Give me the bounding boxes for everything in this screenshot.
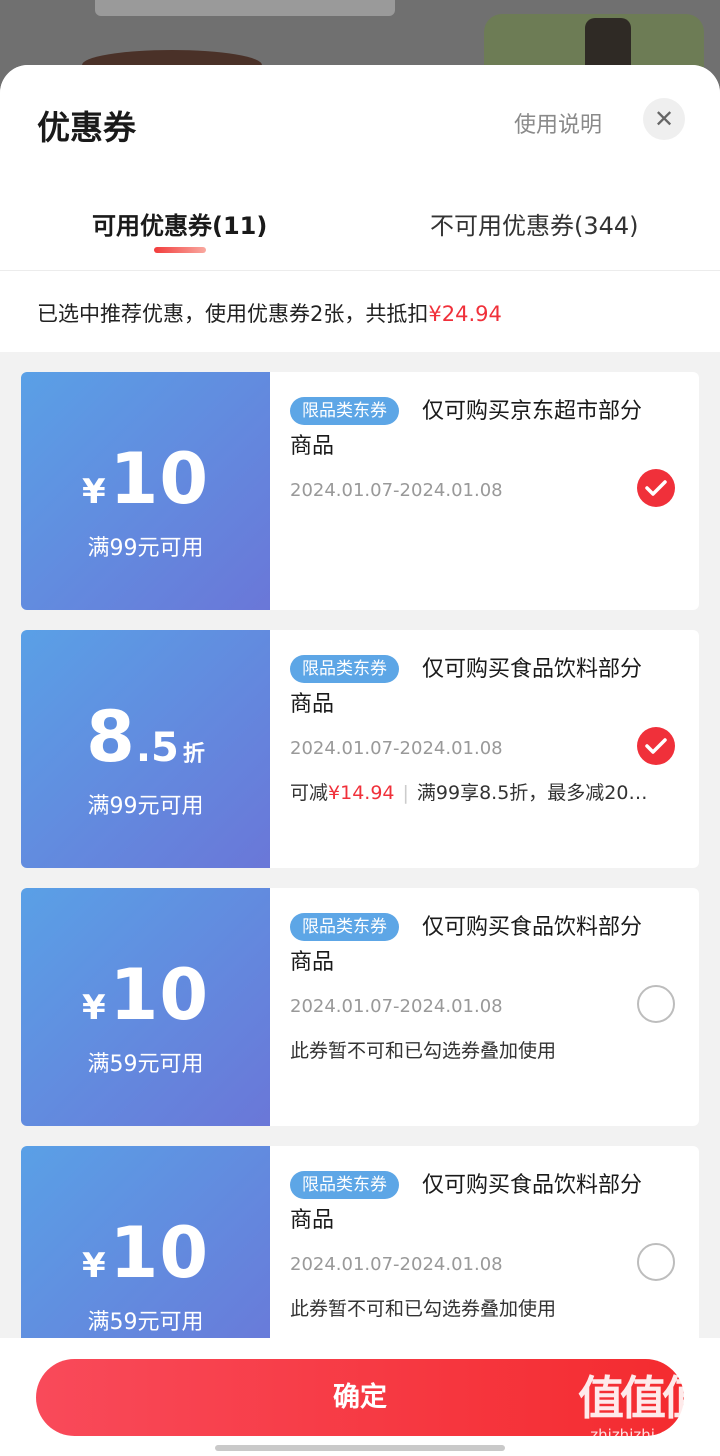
coupon-checkbox[interactable] bbox=[637, 469, 675, 507]
coupon-details: 仅可购买食品饮料部分商品 限品类东券 2024.01.07-2024.01.08… bbox=[270, 888, 699, 1126]
coupon-note: 此券暂不可和已勾选券叠加使用 bbox=[290, 1298, 557, 1320]
coupon-checkbox[interactable] bbox=[637, 727, 675, 765]
coupon-amount: 10 bbox=[109, 438, 210, 520]
coupon-amount: 10 bbox=[109, 1212, 210, 1294]
coupon-validity: 2024.01.07-2024.01.08 bbox=[290, 480, 503, 501]
check-icon bbox=[645, 480, 667, 496]
coupon-validity: 2024.01.07-2024.01.08 bbox=[290, 738, 503, 759]
close-icon: ✕ bbox=[653, 105, 675, 133]
coupon-condition: 满99元可用 bbox=[87, 794, 204, 819]
coupon-value-panel: ¥10 满59元可用 bbox=[21, 888, 270, 1126]
coupon-note: 可减¥14.94 | 满99享8.5折，最多减20… bbox=[290, 778, 662, 805]
coupon-condition: 满99元可用 bbox=[87, 536, 204, 561]
coupon-value: ¥10 bbox=[21, 1212, 270, 1294]
coupon-card[interactable]: ¥10 满59元可用 仅可购买食品饮料部分商品 限品类东券 2024.01.07… bbox=[21, 888, 699, 1126]
coupon-validity: 2024.01.07-2024.01.08 bbox=[290, 996, 503, 1017]
currency-symbol: ¥ bbox=[81, 988, 106, 1028]
note-amount: ¥14.94 bbox=[328, 782, 395, 804]
watermark-logo: 值值值 bbox=[578, 1371, 708, 1425]
sheet-title: 优惠券 bbox=[37, 108, 136, 147]
radio-empty-icon[interactable] bbox=[637, 985, 675, 1023]
coupon-value: ¥10 bbox=[21, 954, 270, 1036]
coupon-card[interactable]: ¥10 满99元可用 仅可购买京东超市部分商品 限品类东券 2024.01.07… bbox=[21, 372, 699, 610]
active-tab-indicator bbox=[154, 247, 206, 253]
coupon-tag: 限品类东券 bbox=[290, 397, 399, 425]
close-button[interactable]: ✕ bbox=[643, 98, 685, 140]
coupon-value: 8.5 折 bbox=[21, 696, 270, 778]
note-prefix: 可减 bbox=[290, 782, 329, 804]
coupon-amount: 8 bbox=[86, 696, 136, 778]
coupon-sheet: 优惠券 使用说明 ✕ 可用优惠券(11) 不可用优惠券(344) 已选中推荐优惠… bbox=[0, 65, 720, 1456]
coupon-amount: 10 bbox=[109, 954, 210, 1036]
home-indicator[interactable] bbox=[215, 1445, 505, 1451]
currency-symbol: ¥ bbox=[81, 1246, 106, 1286]
watermark: 值值值 zhizhizhi.com bbox=[566, 1370, 716, 1450]
note-rule: 满99享8.5折，最多减20… bbox=[416, 782, 648, 804]
coupon-condition: 满59元可用 bbox=[87, 1052, 204, 1077]
note-separator: | bbox=[402, 782, 409, 804]
selection-summary: 已选中推荐优惠，使用优惠券2张，共抵扣¥24.94 bbox=[37, 298, 502, 328]
summary-amount: ¥24.94 bbox=[428, 302, 502, 326]
coupon-details: 仅可购买京东超市部分商品 限品类东券 2024.01.07-2024.01.08 bbox=[270, 372, 699, 610]
watermark-site: zhizhizhi.com bbox=[590, 1426, 692, 1444]
summary-text: 已选中推荐优惠，使用优惠券2张，共抵扣 bbox=[37, 302, 429, 326]
divider bbox=[0, 270, 720, 271]
coupon-note: 此券暂不可和已勾选券叠加使用 bbox=[290, 1040, 557, 1062]
radio-empty-icon[interactable] bbox=[637, 1243, 675, 1281]
coupon-card[interactable]: 8.5 折 满99元可用 仅可购买食品饮料部分商品 限品类东券 2024.01.0… bbox=[21, 630, 699, 868]
coupon-unit: 折 bbox=[182, 742, 205, 767]
coupon-details: 仅可购买食品饮料部分商品 限品类东券 2024.01.07-2024.01.08… bbox=[270, 630, 699, 868]
coupon-tag: 限品类东券 bbox=[290, 913, 399, 941]
coupon-value-panel: 8.5 折 满99元可用 bbox=[21, 630, 270, 868]
coupon-tag: 限品类东券 bbox=[290, 1171, 399, 1199]
check-icon bbox=[645, 738, 667, 754]
coupon-tag: 限品类东券 bbox=[290, 655, 399, 683]
coupon-validity: 2024.01.07-2024.01.08 bbox=[290, 1254, 503, 1275]
coupon-condition: 满59元可用 bbox=[87, 1310, 204, 1335]
tab-available-coupons[interactable]: 可用优惠券(11) bbox=[92, 206, 267, 241]
tab-unavailable-coupons[interactable]: 不可用优惠券(344) bbox=[430, 206, 639, 241]
currency-symbol: ¥ bbox=[81, 472, 106, 512]
coupon-value: ¥10 bbox=[21, 438, 270, 520]
background-banner bbox=[95, 0, 395, 16]
coupon-amount-fraction: .5 bbox=[135, 725, 179, 771]
sheet-header: 优惠券 使用说明 ✕ 可用优惠券(11) 不可用优惠券(344) 已选中推荐优惠… bbox=[0, 65, 720, 352]
usage-instructions-link[interactable]: 使用说明 bbox=[514, 107, 602, 139]
coupon-value-panel: ¥10 满99元可用 bbox=[21, 372, 270, 610]
